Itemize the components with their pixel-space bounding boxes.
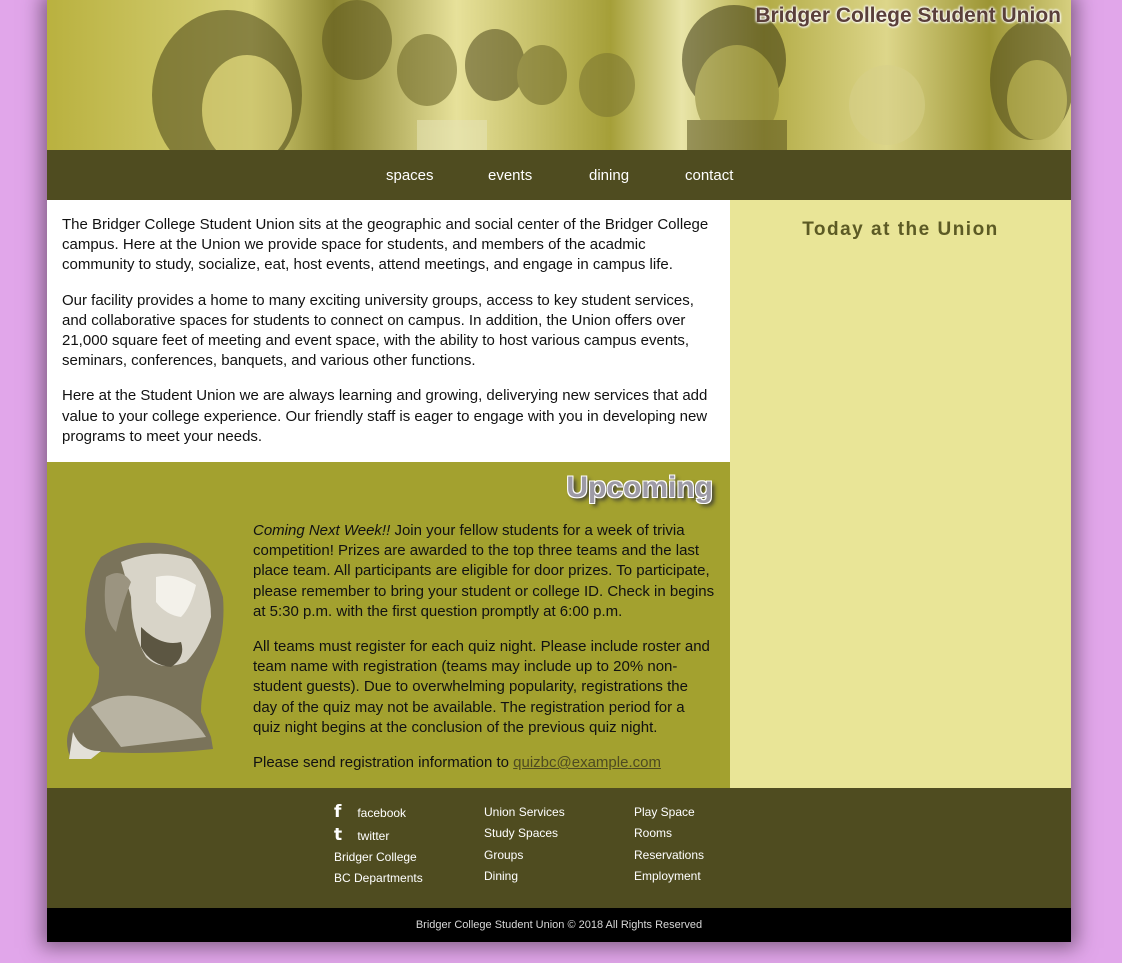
footer-rooms-link[interactable]: Rooms xyxy=(634,823,704,844)
twitter-label: twitter xyxy=(357,829,390,843)
header-banner: Bridger College Student Union xyxy=(47,0,1071,150)
upcoming-paragraph-2: All teams must register for each quiz ni… xyxy=(253,638,710,736)
footer-col-1: f facebook t twitter Bridger College BC … xyxy=(334,801,423,890)
registration-prompt: Please send registration information to xyxy=(253,754,514,772)
facebook-icon: f xyxy=(334,802,342,822)
footer-reservations-link[interactable]: Reservations xyxy=(634,845,704,866)
footer: f facebook t twitter Bridger College BC … xyxy=(47,788,1071,908)
footer-twitter-link[interactable]: t twitter xyxy=(334,824,423,847)
main-content: The Bridger College Student Union sits a… xyxy=(47,200,730,462)
footer-groups-link[interactable]: Groups xyxy=(484,845,565,866)
upcoming-title: Upcoming xyxy=(566,471,713,504)
nav-spaces[interactable]: spaces xyxy=(386,167,434,184)
upcoming-paragraph-3: Please send registration information to … xyxy=(253,753,715,773)
facebook-label: facebook xyxy=(357,806,407,820)
footer-dining-link[interactable]: Dining xyxy=(484,866,565,887)
main-nav: spaces events dining contact xyxy=(47,150,1071,200)
page-container: Bridger College Student Union spaces eve… xyxy=(47,0,1071,942)
upcoming-paragraph-1: Coming Next Week!! Join your fellow stud… xyxy=(253,521,715,622)
intro-paragraph-3: Here at the Student Union we are always … xyxy=(62,387,708,445)
upcoming-lead: Coming Next Week!! xyxy=(253,522,391,539)
sidebar-title: Today at the Union xyxy=(802,219,999,240)
footer-col-2: Union Services Study Spaces Groups Dinin… xyxy=(484,802,565,887)
twitter-icon: t xyxy=(334,825,343,845)
footer-employment-link[interactable]: Employment xyxy=(634,866,704,887)
site-title: Bridger College Student Union xyxy=(755,4,1061,27)
intro-paragraph-1: The Bridger College Student Union sits a… xyxy=(62,216,709,274)
sidebar: Today at the Union xyxy=(730,200,1071,788)
bust-image xyxy=(67,542,224,759)
footer-union-services-link[interactable]: Union Services xyxy=(484,802,565,823)
nav-dining[interactable]: dining xyxy=(589,167,629,184)
intro-paragraph-2: Our facility provides a home to many exc… xyxy=(62,291,694,370)
copyright-bar: Bridger College Student Union © 2018 All… xyxy=(47,908,1071,942)
footer-bc-departments-link[interactable]: BC Departments xyxy=(334,868,423,889)
footer-play-space-link[interactable]: Play Space xyxy=(634,802,704,823)
footer-facebook-link[interactable]: f facebook xyxy=(334,801,423,824)
upcoming-section: Upcoming Coming Next Week!! Join your fe… xyxy=(47,462,730,788)
footer-bridger-college-link[interactable]: Bridger College xyxy=(334,847,423,868)
upcoming-text: Coming Next Week!! Join your fellow stud… xyxy=(253,521,715,788)
footer-study-spaces-link[interactable]: Study Spaces xyxy=(484,823,565,844)
nav-events[interactable]: events xyxy=(488,167,532,184)
registration-email-link[interactable]: quizbc@example.com xyxy=(513,754,661,771)
footer-col-3: Play Space Rooms Reservations Employment xyxy=(634,802,704,887)
nav-contact[interactable]: contact xyxy=(685,167,733,184)
